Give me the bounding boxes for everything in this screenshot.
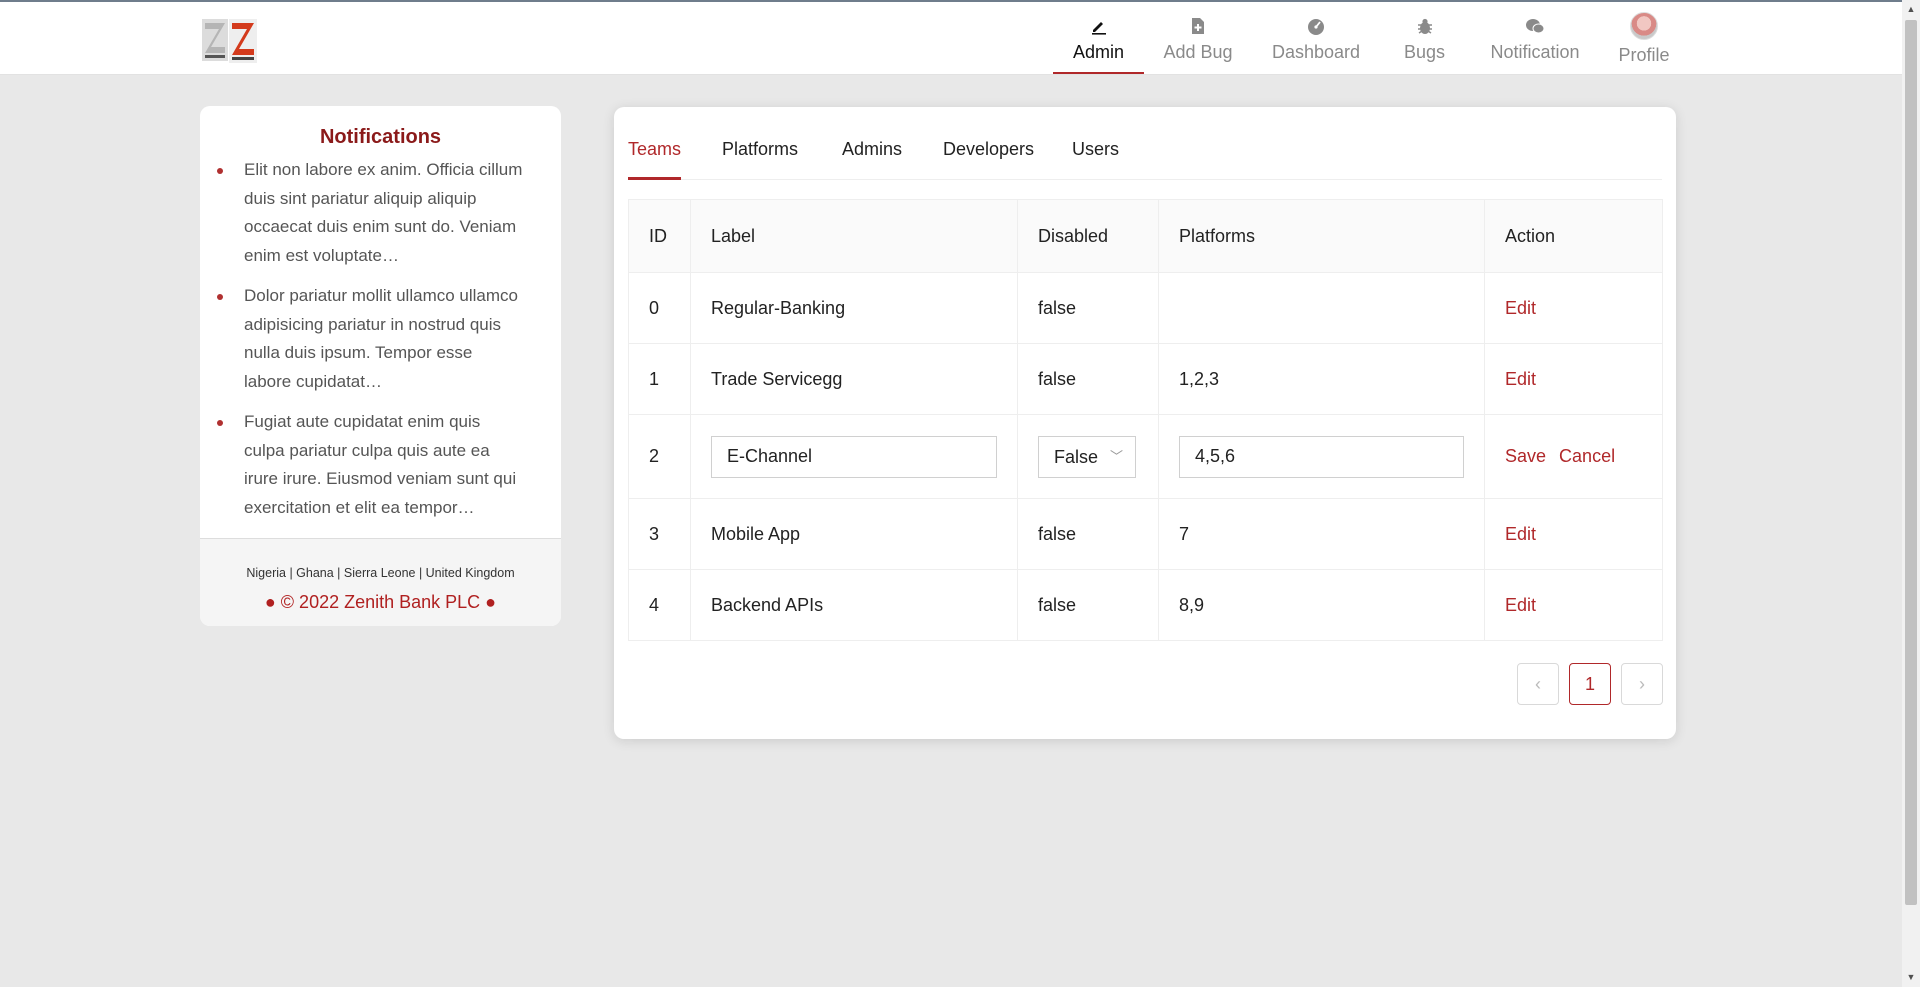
- edit-link[interactable]: Edit: [1505, 524, 1536, 544]
- admin-tabs: Teams Platforms Admins Developers Users: [628, 107, 1662, 180]
- cell-label: Trade Servicegg: [690, 343, 1018, 415]
- cell-label: Regular-Banking: [690, 272, 1018, 344]
- active-tab-indicator: [628, 177, 681, 180]
- zenith-logo[interactable]: [201, 17, 259, 65]
- table-row-editing: 2 False ﹀ Save Canc: [628, 414, 1663, 499]
- cell-action: Edit: [1484, 569, 1663, 641]
- table-row: 4 Backend APIs false 8,9 Edit: [628, 569, 1663, 641]
- edit-icon: [1053, 17, 1144, 39]
- chevron-down-icon: ﹀: [1109, 448, 1123, 464]
- tab-admins[interactable]: Admins: [842, 139, 902, 160]
- notification-item[interactable]: Dolor pariatur mollit ullamco ullamco ad…: [200, 282, 524, 396]
- nav-add-bug-label: Add Bug: [1163, 42, 1233, 62]
- cell-disabled: false: [1017, 343, 1159, 415]
- page-scrollbar[interactable]: ▲ ▼: [1902, 0, 1920, 987]
- nav-admin-label: Admin: [1072, 42, 1125, 62]
- nav-profile-label: Profile: [1618, 45, 1670, 65]
- teams-table: ID Label Disabled Platforms Action 0 Reg…: [628, 199, 1663, 641]
- tab-developers[interactable]: Developers: [943, 139, 1034, 160]
- nav-dashboard-label: Dashboard: [1271, 42, 1361, 62]
- admin-panel: Teams Platforms Admins Developers Users …: [614, 107, 1676, 739]
- bug-icon: [1403, 17, 1446, 39]
- cell-platforms: 1,2,3: [1158, 343, 1485, 415]
- notification-item[interactable]: Elit non labore ex anim. Officia cillum …: [200, 156, 524, 270]
- chevron-right-icon: ›: [1639, 674, 1645, 694]
- cell-label: Backend APIs: [690, 569, 1018, 641]
- cell-disabled: false: [1017, 569, 1159, 641]
- cell-action: Edit: [1484, 343, 1663, 415]
- column-header-id: ID: [628, 199, 691, 273]
- file-add-icon: [1161, 17, 1235, 39]
- edit-link[interactable]: Edit: [1505, 369, 1536, 389]
- nav-notification-label: Notification: [1490, 42, 1580, 62]
- column-header-action: Action: [1484, 199, 1663, 273]
- nav-add-bug[interactable]: Add Bug: [1161, 2, 1235, 74]
- label-input[interactable]: [711, 435, 997, 478]
- cell-action: Save Cancel: [1484, 414, 1663, 499]
- notification-item[interactable]: Fugiat aute cupidatat enim quis culpa pa…: [200, 408, 524, 522]
- nav-bugs-label: Bugs: [1403, 42, 1446, 62]
- cell-id: 4: [628, 569, 691, 641]
- cell-action: Edit: [1484, 272, 1663, 344]
- cell-label: [690, 414, 1018, 499]
- cell-id: 1: [628, 343, 691, 415]
- cell-label: Mobile App: [690, 498, 1018, 570]
- cell-disabled: False ﹀: [1017, 414, 1159, 499]
- platforms-input[interactable]: [1179, 435, 1464, 478]
- cell-action: Edit: [1484, 498, 1663, 570]
- cell-id: 2: [628, 414, 691, 499]
- cell-platforms: 8,9: [1158, 569, 1485, 641]
- table-row: 1 Trade Servicegg false 1,2,3 Edit: [628, 343, 1663, 415]
- cell-disabled: false: [1017, 498, 1159, 570]
- cell-id: 3: [628, 498, 691, 570]
- cancel-link[interactable]: Cancel: [1559, 446, 1615, 466]
- page-1-button[interactable]: 1: [1569, 663, 1611, 705]
- cell-disabled: false: [1017, 272, 1159, 344]
- cell-id: 0: [628, 272, 691, 344]
- nav-admin[interactable]: Admin: [1053, 2, 1144, 74]
- copyright-text: ● © 2022 Zenith Bank PLC ●: [264, 592, 497, 612]
- scroll-down-arrow-icon[interactable]: ▼: [1906, 972, 1916, 982]
- notifications-title: Notifications: [319, 126, 442, 148]
- nav-bugs[interactable]: Bugs: [1403, 2, 1446, 74]
- table-row: 3 Mobile App false 7 Edit: [628, 498, 1663, 570]
- scroll-thumb[interactable]: [1905, 20, 1917, 905]
- top-header: Admin Add Bug Dashboard Bugs Notificatio…: [0, 2, 1902, 75]
- table-header-row: ID Label Disabled Platforms Action: [628, 199, 1663, 273]
- chevron-left-icon: ‹: [1535, 674, 1541, 694]
- nav-profile[interactable]: Profile: [1616, 2, 1672, 74]
- tab-teams[interactable]: Teams: [628, 139, 681, 160]
- table-row: 0 Regular-Banking false Edit: [628, 272, 1663, 344]
- column-header-platforms: Platforms: [1158, 199, 1485, 273]
- notifications-panel: Notifications Elit non labore ex anim. O…: [200, 106, 561, 626]
- nav-dashboard[interactable]: Dashboard: [1270, 2, 1362, 74]
- chat-icon: [1489, 17, 1581, 39]
- notifications-footer: Nigeria | Ghana | Sierra Leone | United …: [200, 538, 561, 626]
- save-link[interactable]: Save: [1505, 446, 1546, 466]
- avatar: [1630, 12, 1658, 40]
- notifications-list: Elit non labore ex anim. Officia cillum …: [200, 156, 524, 534]
- next-page-button[interactable]: ›: [1621, 663, 1663, 705]
- column-header-label: Label: [690, 199, 1018, 273]
- countries-text: Nigeria | Ghana | Sierra Leone | United …: [246, 566, 515, 580]
- disabled-select-value: False: [1054, 446, 1099, 467]
- tab-platforms[interactable]: Platforms: [722, 139, 798, 160]
- edit-link[interactable]: Edit: [1505, 298, 1536, 318]
- tab-users[interactable]: Users: [1072, 139, 1119, 160]
- nav-notification[interactable]: Notification: [1489, 2, 1581, 74]
- scroll-up-arrow-icon[interactable]: ▲: [1906, 4, 1916, 14]
- dashboard-icon: [1270, 17, 1362, 39]
- cell-platforms: [1158, 272, 1485, 344]
- edit-link[interactable]: Edit: [1505, 595, 1536, 615]
- cell-platforms: 7: [1158, 498, 1485, 570]
- prev-page-button[interactable]: ‹: [1517, 663, 1559, 705]
- disabled-select[interactable]: False ﹀: [1038, 435, 1136, 478]
- column-header-disabled: Disabled: [1017, 199, 1159, 273]
- cell-platforms: [1158, 414, 1485, 499]
